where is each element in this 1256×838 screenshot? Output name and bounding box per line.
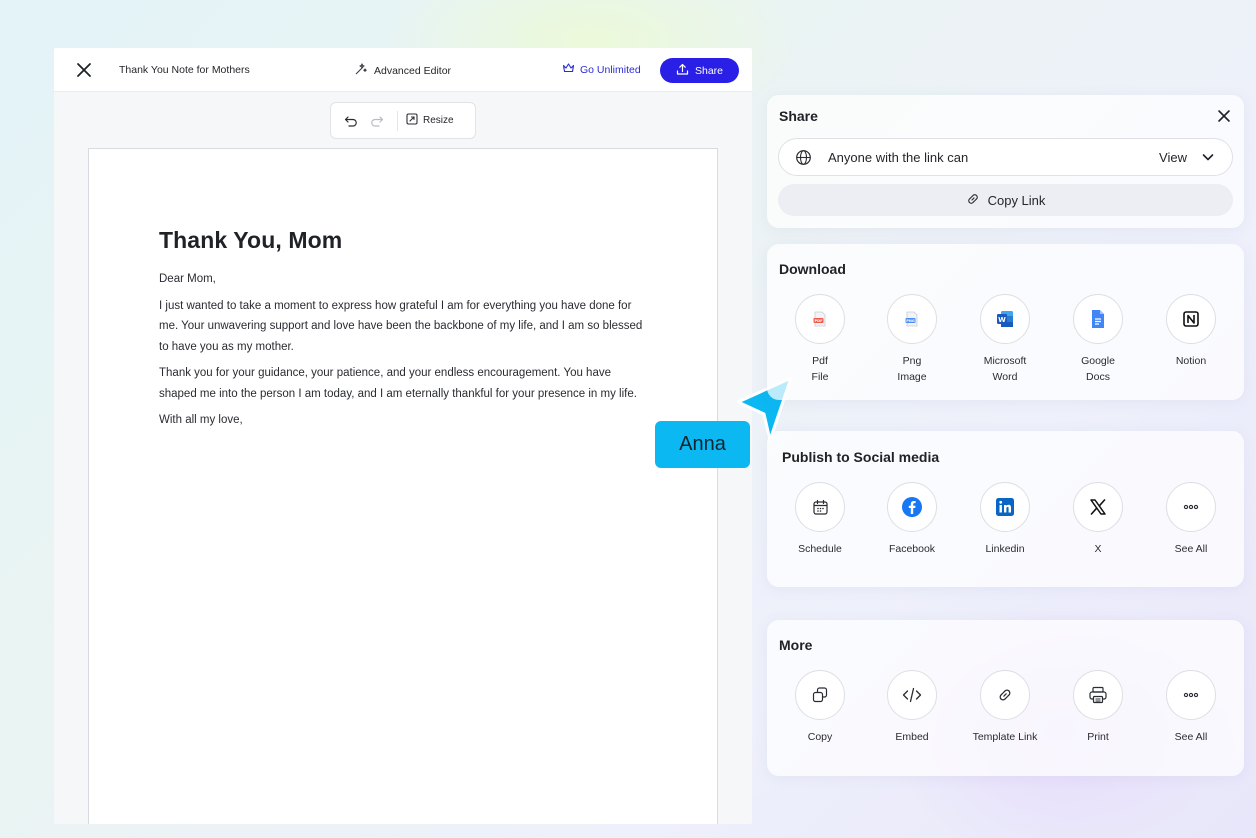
schedule-label: Schedule [798, 543, 842, 555]
resize-button[interactable]: Resize [406, 113, 454, 128]
more-icon [1166, 482, 1216, 532]
copy-label: Copy [807, 731, 833, 743]
globe-icon [795, 149, 812, 166]
facebook-label: Facebook [888, 543, 936, 555]
more-see-all-label: See All [1174, 731, 1208, 743]
share-button-label: Share [694, 64, 724, 77]
download-png-label: Png Image [897, 355, 927, 383]
embed-icon [887, 670, 937, 720]
undo-icon[interactable] [341, 111, 361, 131]
letter-heading[interactable]: Thank You, Mom [159, 227, 649, 254]
letter-closing[interactable]: With all my love, [159, 410, 649, 431]
download-google-docs-label: Google Docs [1081, 355, 1115, 383]
x-label: X [1094, 543, 1102, 555]
more-panel-title: More [779, 637, 813, 653]
more-see-all-button[interactable]: See All [1146, 670, 1236, 745]
linkedin-label: Linkedin [985, 543, 1025, 555]
copy-link-label: Copy Link [987, 192, 1046, 208]
go-unlimited-button[interactable]: Go Unlimited [562, 62, 641, 77]
linkedin-icon [980, 482, 1030, 532]
copy-icon [795, 670, 845, 720]
social-panel: Publish to Social media Schedule Faceboo… [767, 431, 1244, 587]
close-share-icon[interactable] [1216, 108, 1232, 124]
more-panel: More Copy Embed Template Link Print See … [767, 620, 1244, 776]
close-editor-icon[interactable] [74, 60, 94, 80]
download-panel-title: Download [779, 261, 846, 277]
chevron-down-icon [1201, 150, 1215, 164]
link-icon [980, 670, 1030, 720]
editor-window: Thank You Note for Mothers Advanced Edit… [54, 48, 752, 824]
editor-topbar: Thank You Note for Mothers Advanced Edit… [54, 48, 752, 92]
notion-icon [1166, 294, 1216, 344]
share-panel: Share Anyone with the link can View Copy… [767, 95, 1244, 228]
more-icon [1166, 670, 1216, 720]
download-word-label: Microsoft Word [983, 355, 1027, 383]
resize-icon [406, 113, 418, 128]
share-button[interactable]: Share [660, 58, 739, 83]
magic-wand-icon [354, 62, 368, 79]
advanced-editor-label: Advanced Editor [374, 64, 452, 77]
svg-text:PDF: PDF [814, 319, 823, 323]
template-link-button[interactable]: Template Link [960, 670, 1050, 745]
embed-label: Embed [895, 731, 929, 743]
document-title[interactable]: Thank You Note for Mothers [119, 64, 250, 76]
svg-text:W: W [998, 316, 1006, 324]
facebook-button[interactable]: Facebook [867, 482, 957, 557]
letter-paragraph-1[interactable]: I just wanted to take a moment to expres… [159, 296, 649, 358]
svg-text:PNG: PNG [906, 319, 915, 323]
google-docs-icon [1073, 294, 1123, 344]
download-word-button[interactable]: W Microsoft Word [960, 294, 1050, 385]
pdf-icon: PDF [795, 294, 845, 344]
letter-content: Thank You, Mom Dear Mom, I just wanted t… [159, 227, 649, 437]
copy-button[interactable]: Copy [775, 670, 865, 745]
access-level: View [1159, 149, 1187, 165]
download-google-docs-button[interactable]: Google Docs [1053, 294, 1143, 385]
social-see-all-label: See All [1174, 543, 1208, 555]
document-page[interactable]: Thank You, Mom Dear Mom, I just wanted t… [88, 148, 718, 824]
upload-icon [676, 63, 689, 79]
go-unlimited-label: Go Unlimited [580, 63, 641, 76]
copy-link-button[interactable]: Copy Link [778, 184, 1233, 216]
print-label: Print [1087, 731, 1109, 743]
download-png-button[interactable]: PNG Png Image [867, 294, 957, 385]
facebook-icon [887, 482, 937, 532]
editor-toolbar: Resize [330, 102, 476, 139]
calendar-icon [795, 482, 845, 532]
printer-icon [1073, 670, 1123, 720]
x-icon [1073, 482, 1123, 532]
download-pdf-label: Pdf File [811, 355, 829, 383]
resize-label: Resize [423, 115, 454, 126]
access-description: Anyone with the link can [828, 149, 969, 165]
advanced-editor-button[interactable]: Advanced Editor [354, 62, 451, 79]
toolbar-divider [397, 110, 398, 131]
png-icon: PNG [887, 294, 937, 344]
social-see-all-button[interactable]: See All [1146, 482, 1236, 557]
letter-paragraph-2[interactable]: Thank you for your guidance, your patien… [159, 363, 649, 404]
embed-button[interactable]: Embed [867, 670, 957, 745]
social-panel-title: Publish to Social media [782, 449, 940, 465]
download-notion-button[interactable]: Notion [1146, 294, 1236, 369]
template-link-label: Template Link [972, 731, 1038, 743]
download-notion-label: Notion [1175, 355, 1207, 367]
share-panel-title: Share [779, 108, 818, 124]
crown-icon [562, 62, 575, 77]
schedule-button[interactable]: Schedule [775, 482, 865, 557]
letter-greeting[interactable]: Dear Mom, [159, 269, 649, 290]
word-icon: W [980, 294, 1030, 344]
redo-icon[interactable] [367, 111, 387, 131]
print-button[interactable]: Print [1053, 670, 1143, 745]
x-button[interactable]: X [1053, 482, 1143, 557]
collaborator-name-tag: Anna [655, 421, 750, 468]
download-pdf-button[interactable]: PDF Pdf File [775, 294, 865, 385]
linkedin-button[interactable]: Linkedin [960, 482, 1050, 557]
link-icon [966, 192, 980, 209]
link-access-dropdown[interactable]: Anyone with the link can View [778, 138, 1233, 176]
download-panel: Download PDF Pdf File PNG Png Image W Mi… [767, 244, 1244, 400]
